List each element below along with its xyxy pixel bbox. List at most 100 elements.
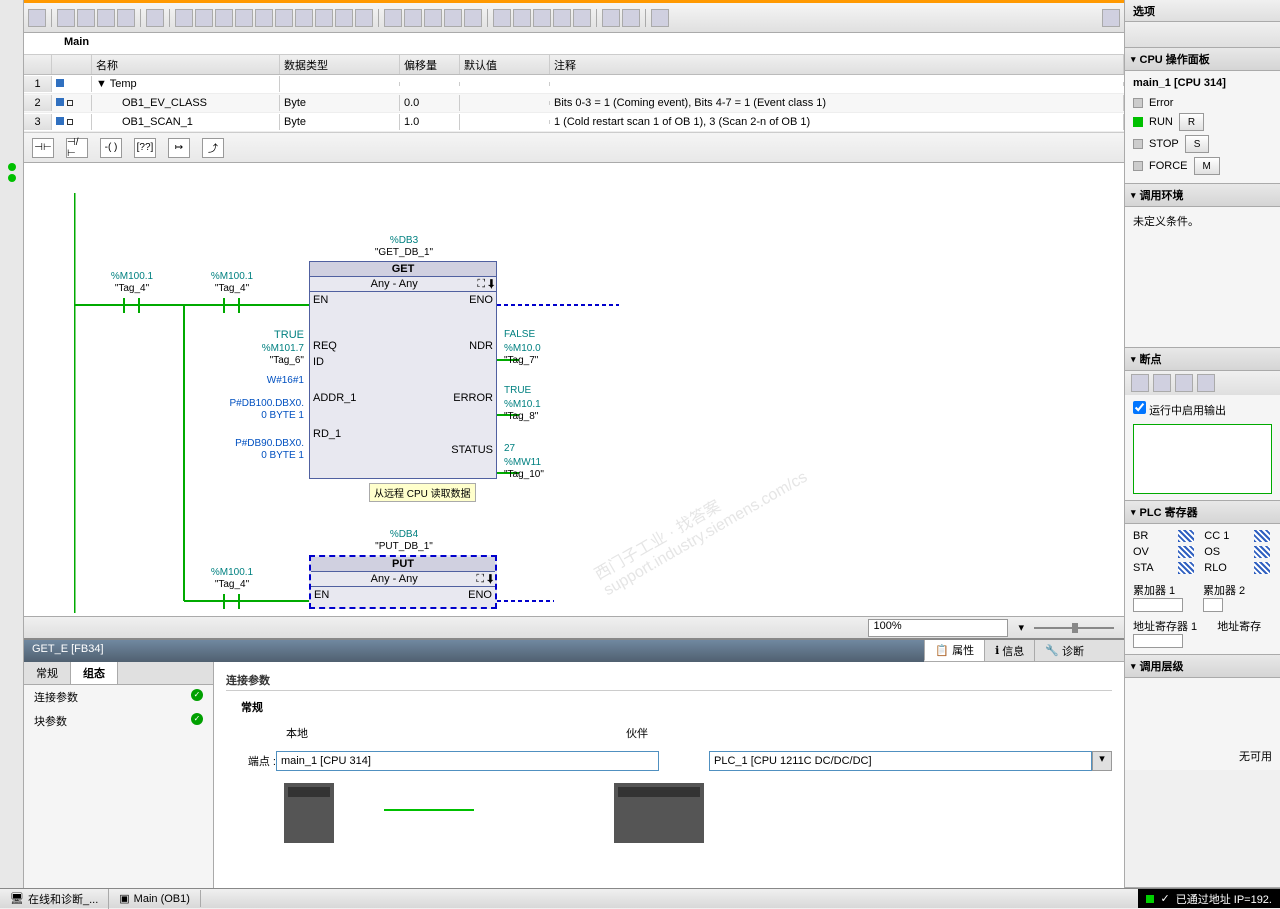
- toolbar-btn[interactable]: [117, 9, 135, 27]
- coil-icon[interactable]: -( ): [100, 138, 122, 158]
- toolbar-btn[interactable]: [553, 9, 571, 27]
- toolbar-btn[interactable]: [384, 9, 402, 27]
- toolbar-btn[interactable]: [573, 9, 591, 27]
- toolbar-btn[interactable]: [493, 9, 511, 27]
- toolbar-btn[interactable]: [28, 9, 46, 27]
- table-row[interactable]: 2 OB1_EV_CLASS Byte 0.0 Bits 0-3 = 1 (Co…: [24, 94, 1124, 113]
- callstack-title[interactable]: ▾调用层级: [1125, 655, 1280, 678]
- ladder-canvas[interactable]: %M100.1 "Tag_4" %M100.1 "Tag_4" %DB3 "GE…: [24, 163, 1124, 616]
- toolbar-btn[interactable]: [195, 9, 213, 27]
- dropdown-icon[interactable]: ▾: [1092, 751, 1112, 771]
- breakpoint-title[interactable]: ▾断点: [1125, 348, 1280, 371]
- contact-tag[interactable]: "Tag_4": [192, 579, 272, 590]
- box-icon[interactable]: [??]: [134, 138, 156, 158]
- bp-btn[interactable]: [1131, 374, 1149, 392]
- db-addr[interactable]: %DB3: [354, 235, 454, 246]
- contact-addr[interactable]: %M100.1: [92, 271, 172, 282]
- toolbar-btn[interactable]: [424, 9, 442, 27]
- env-title[interactable]: ▾调用环境: [1125, 184, 1280, 207]
- bp-btn[interactable]: [1197, 374, 1215, 392]
- sig-addr[interactable]: %M10.0: [504, 343, 584, 354]
- local-endpoint-input[interactable]: [276, 751, 659, 771]
- tab-info[interactable]: ℹ信息: [984, 640, 1034, 661]
- toolbar-btn[interactable]: [175, 9, 193, 27]
- col-header[interactable]: 名称: [92, 55, 280, 74]
- toolbar-btn[interactable]: [404, 9, 422, 27]
- sig-tag[interactable]: "Tag_7": [504, 355, 584, 366]
- table-row[interactable]: 1 ▼ Temp: [24, 75, 1124, 94]
- toolbar-btn-right[interactable]: [1102, 9, 1120, 27]
- nav-block-params[interactable]: 块参数✓: [24, 709, 213, 733]
- toolbar-btn[interactable]: [444, 9, 462, 27]
- col-header[interactable]: 偏移量: [400, 55, 460, 74]
- mres-button[interactable]: M: [1194, 157, 1220, 175]
- sig-val[interactable]: P#DB90.DBX0.: [194, 438, 304, 449]
- chevron-down-icon[interactable]: ▾: [1018, 621, 1024, 634]
- toolbar-btn[interactable]: [355, 9, 373, 27]
- sb-tab-diag[interactable]: 🖥在线和诊断_...: [0, 889, 109, 909]
- partner-endpoint-input[interactable]: [709, 751, 1092, 771]
- zoom-slider[interactable]: [1034, 627, 1114, 629]
- contact-tag[interactable]: "Tag_4": [92, 283, 172, 294]
- toolbar-btn[interactable]: [146, 9, 164, 27]
- contact-addr[interactable]: %M100.1: [192, 567, 272, 578]
- bp-list[interactable]: [1133, 424, 1272, 494]
- db-addr[interactable]: %DB4: [354, 529, 454, 540]
- sig-val[interactable]: W#16#1: [204, 375, 304, 386]
- tab-general[interactable]: 常规: [24, 662, 71, 684]
- col-header[interactable]: 数据类型: [280, 55, 400, 74]
- toolbar-btn[interactable]: [533, 9, 551, 27]
- sig-tag[interactable]: "Tag_8": [504, 411, 584, 422]
- stop-button[interactable]: S: [1185, 135, 1210, 153]
- sig-addr[interactable]: %M10.1: [504, 399, 584, 410]
- branch-up-icon[interactable]: ⤴: [202, 138, 224, 158]
- toolbar-btn[interactable]: [315, 9, 333, 27]
- col-header[interactable]: 注释: [550, 55, 1124, 74]
- contact-tag[interactable]: "Tag_4": [192, 283, 272, 294]
- cpu-panel-title[interactable]: ▾CPU 操作面板: [1125, 48, 1280, 71]
- tab-properties[interactable]: 📋属性: [924, 640, 984, 661]
- sig-val[interactable]: 0 BYTE 1: [194, 450, 304, 461]
- col-header[interactable]: 默认值: [460, 55, 550, 74]
- sig-addr[interactable]: %MW11: [504, 457, 584, 468]
- sig-addr[interactable]: %M101.7: [204, 343, 304, 354]
- contact-no-icon[interactable]: ⊣⊢: [32, 138, 54, 158]
- sig-val[interactable]: P#DB100.DBX0.: [194, 398, 304, 409]
- contact-nc-icon[interactable]: ⊣/⊢: [66, 138, 88, 158]
- toolbar-btn[interactable]: [275, 9, 293, 27]
- tab-diagnostics[interactable]: 🔧诊断: [1034, 640, 1094, 661]
- bp-enable-output[interactable]: 运行中启用输出: [1133, 405, 1226, 417]
- registers-title[interactable]: ▾PLC 寄存器: [1125, 501, 1280, 524]
- toolbar-btn[interactable]: [215, 9, 233, 27]
- zoom-select[interactable]: 100%: [868, 619, 1008, 637]
- toolbar-btn[interactable]: [622, 9, 640, 27]
- tab-config[interactable]: 组态: [71, 662, 118, 684]
- toolbar-btn[interactable]: [651, 9, 669, 27]
- bp-btn[interactable]: [1175, 374, 1193, 392]
- db-name[interactable]: "GET_DB_1": [354, 247, 454, 258]
- toolbar-btn[interactable]: [97, 9, 115, 27]
- toolbar-btn[interactable]: [235, 9, 253, 27]
- sig-tag[interactable]: "Tag_6": [204, 355, 304, 366]
- sig-val[interactable]: 0 BYTE 1: [194, 410, 304, 421]
- table-row[interactable]: 3 OB1_SCAN_1 Byte 1.0 1 (Cold restart sc…: [24, 113, 1124, 132]
- sig-tag[interactable]: "Tag_10": [504, 469, 584, 480]
- db-name[interactable]: "PUT_DB_1": [354, 541, 454, 552]
- toolbar-btn[interactable]: [255, 9, 273, 27]
- branch-icon[interactable]: ↦: [168, 138, 190, 158]
- toolbar-btn[interactable]: [77, 9, 95, 27]
- bp-btn[interactable]: [1153, 374, 1171, 392]
- bp-checkbox[interactable]: [1133, 401, 1146, 414]
- toolbar-btn[interactable]: [464, 9, 482, 27]
- toolbar-btn[interactable]: [295, 9, 313, 27]
- run-button[interactable]: R: [1179, 113, 1204, 131]
- contact-addr[interactable]: %M100.1: [192, 271, 272, 282]
- fb-put-block[interactable]: PUT Any - Any ⛶ ⬇ ENENO: [309, 555, 497, 609]
- toolbar-btn[interactable]: [513, 9, 531, 27]
- nav-conn-params[interactable]: 连接参数✓: [24, 685, 213, 709]
- toolbar-btn[interactable]: [602, 9, 620, 27]
- sb-tab-main[interactable]: ▣Main (OB1): [109, 890, 201, 907]
- fb-get-block[interactable]: GET Any - Any ⛶ ⬇ ENENO REQNDR ID ADDR_1…: [309, 261, 497, 479]
- toolbar-btn[interactable]: [335, 9, 353, 27]
- toolbar-btn[interactable]: [57, 9, 75, 27]
